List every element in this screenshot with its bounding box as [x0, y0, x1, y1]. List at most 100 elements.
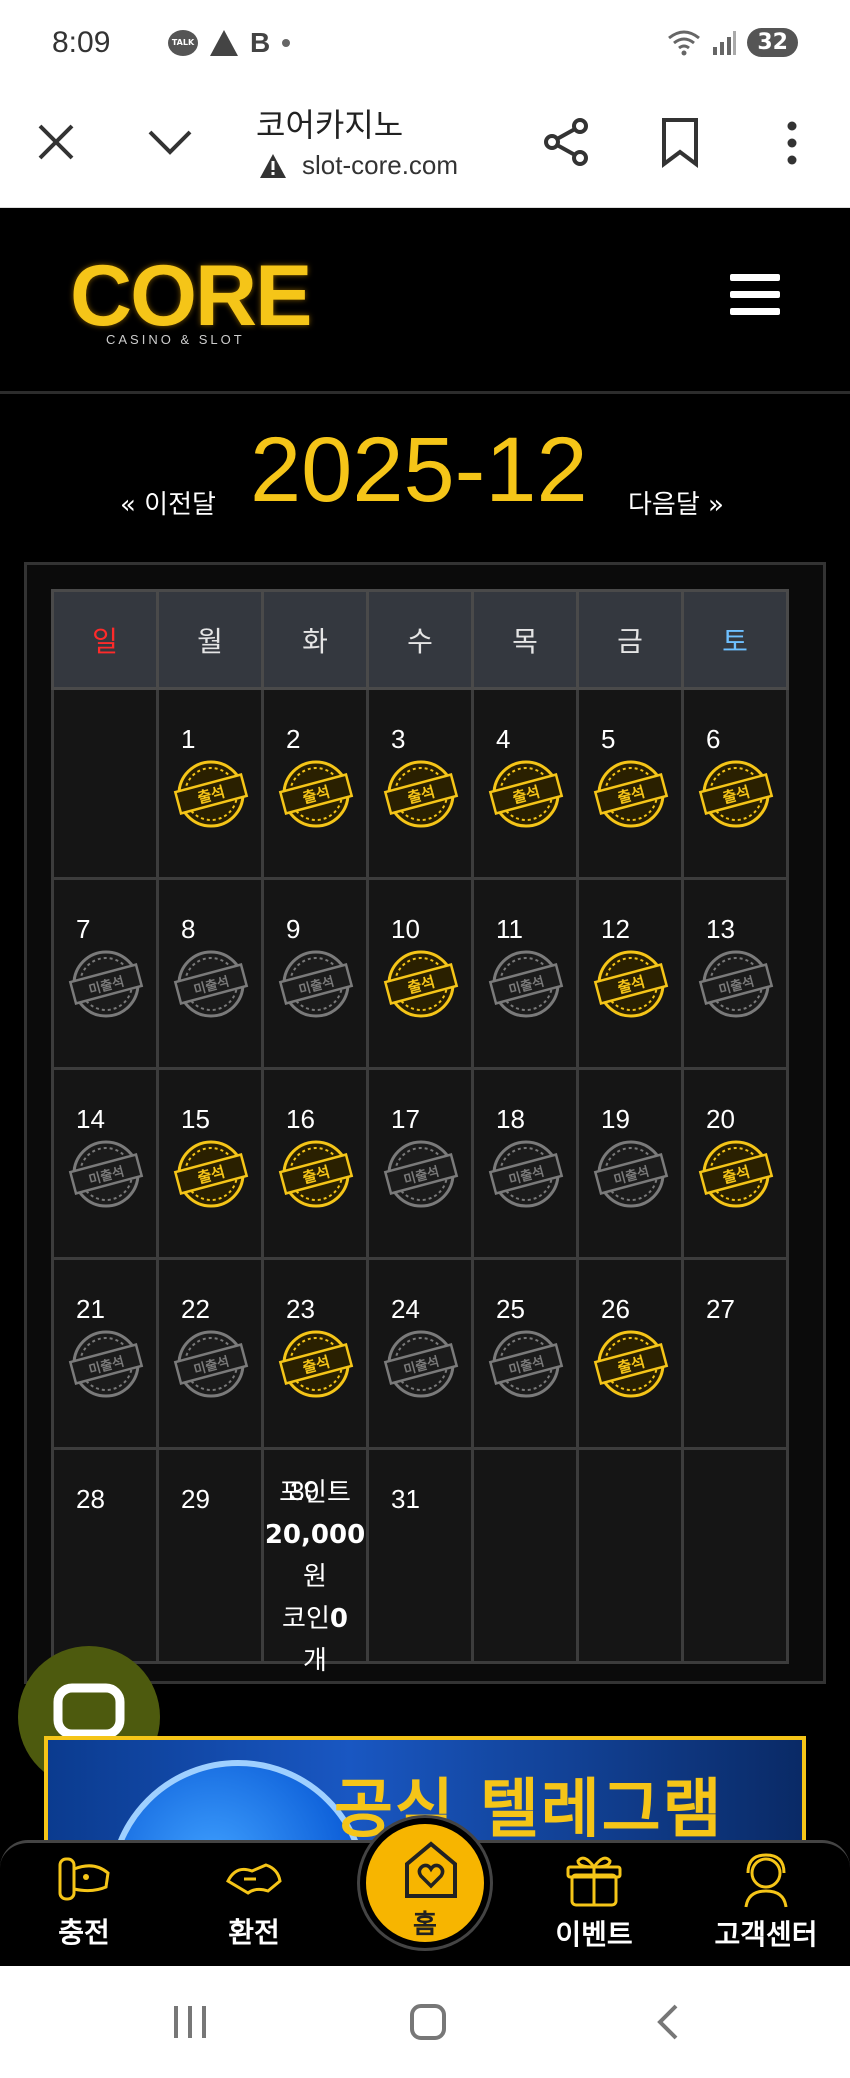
day-number: 13: [706, 914, 735, 944]
calendar-week-row: 1 출석 2 출석 3 출석 4 출석 5 출석 6 출석: [51, 687, 789, 880]
calendar-day-cell: 16 출석: [261, 1067, 369, 1260]
absent-stamp-icon: 미출석: [488, 1140, 564, 1208]
day-number: 1: [181, 724, 196, 754]
status-time: 8:09: [52, 26, 111, 59]
calendar-day-cell: 20 출석: [681, 1067, 789, 1260]
calendar-day-cell-empty: [51, 687, 159, 880]
points-summary: 포인트 20,000 원 코인0 개: [264, 1472, 366, 1682]
nav-event-label: 이벤트: [555, 1918, 633, 1951]
day-number: 9: [286, 914, 301, 944]
prev-month-link[interactable]: « 이전달: [120, 484, 216, 521]
calendar-day-cell: 7 미출석: [51, 877, 159, 1070]
calendar-day-cell: 4 출석: [471, 687, 579, 880]
next-month-link[interactable]: 다음달 »: [628, 484, 724, 521]
day-number: 2: [286, 724, 301, 754]
absent-stamp-icon: 미출석: [383, 1140, 459, 1208]
nav-home-label: 홈: [413, 1910, 437, 1940]
nav-exchange-label: 환전: [228, 1916, 280, 1949]
calendar-day-cell: 31: [366, 1447, 474, 1664]
chevron-down-icon[interactable]: [146, 124, 194, 160]
day-number: 6: [706, 724, 721, 754]
insecure-warning-icon: [260, 154, 286, 178]
calendar-week-row: 7 미출석 8 미출석 9 미출석 10 출석 11 미출석 12 출석 13 미출석: [51, 877, 789, 1070]
status-bar: 8:09 TALK B 32: [0, 0, 850, 90]
points-value: 20,000: [264, 1520, 366, 1550]
calendar-day-cell: 28: [51, 1447, 159, 1664]
absent-stamp-icon: 미출석: [593, 1140, 669, 1208]
attended-stamp-icon: 출석: [698, 760, 774, 828]
more-notifications-dot-icon: [282, 39, 291, 47]
day-number: 27: [706, 1294, 735, 1324]
coin-unit: 개: [303, 1646, 327, 1676]
calendar-day-cell: 27: [681, 1257, 789, 1450]
nav-support-label: 고객센터: [714, 1918, 818, 1951]
absent-stamp-icon: 미출석: [68, 950, 144, 1018]
share-icon[interactable]: [540, 116, 592, 168]
day-number: 29: [181, 1484, 210, 1514]
recents-icon[interactable]: [170, 2002, 210, 2042]
calendar-day-cell: 3 출석: [366, 687, 474, 880]
talk-notification-icon: TALK: [168, 30, 198, 56]
day-number: 20: [706, 1104, 735, 1134]
calendar-day-cell: 21 미출석: [51, 1257, 159, 1450]
signal-icon: [713, 30, 737, 55]
attended-stamp-icon: 출석: [488, 760, 564, 828]
attended-stamp-icon: 출석: [383, 760, 459, 828]
nav-home[interactable]: 홈: [360, 1818, 490, 1948]
calendar-day-cell: 10 출석: [366, 877, 474, 1070]
calendar-day-cell: 23 출석: [261, 1257, 369, 1450]
back-icon[interactable]: [652, 2002, 682, 2042]
weekday-thu: 목: [471, 589, 579, 690]
day-number: 26: [601, 1294, 630, 1324]
nav-charge-label: 충전: [58, 1916, 110, 1949]
url-text[interactable]: slot-core.com: [302, 150, 458, 181]
nav-support[interactable]: 고객센터: [696, 1851, 836, 1953]
absent-stamp-icon: 미출석: [698, 950, 774, 1018]
calendar-week-row: 21 미출석 22 미출석 23 출석 24 미출석 25 미출석 26 출석 27: [51, 1257, 789, 1450]
day-number: 5: [601, 724, 616, 754]
day-number: 10: [391, 914, 420, 944]
home-heart-icon: [405, 1841, 457, 1898]
charge-icon: [58, 1857, 110, 1901]
calendar-day-cell: 13 미출석: [681, 877, 789, 1070]
calendar-week-row: 28 29 30 포인트 20,000 원 코인0 개 31: [51, 1447, 789, 1676]
day-number: 28: [76, 1484, 105, 1514]
day-number: 4: [496, 724, 511, 754]
calendar-day-cell: 5 출석: [576, 687, 684, 880]
day-number: 31: [391, 1484, 420, 1514]
battery-indicator: 32: [747, 28, 798, 57]
b-notification-icon: B: [250, 27, 271, 58]
warning-notification-icon: [210, 30, 238, 56]
core-logo[interactable]: CORE CASINO & SLOT: [70, 253, 312, 347]
support-agent-icon: [744, 1853, 788, 1908]
weekday-sun: 일: [51, 589, 159, 690]
nav-exchange[interactable]: 환전: [184, 1851, 324, 1951]
attended-stamp-icon: 출석: [278, 1140, 354, 1208]
points-label: 포인트: [279, 1478, 351, 1508]
day-number: 11: [496, 914, 523, 944]
calendar-day-cell: 12 출석: [576, 877, 684, 1070]
bookmark-icon[interactable]: [660, 116, 700, 168]
day-number: 22: [181, 1294, 210, 1324]
attended-stamp-icon: 출석: [173, 760, 249, 828]
attended-stamp-icon: 출석: [593, 1330, 669, 1398]
calendar-day-cell: 8 미출석: [156, 877, 264, 1070]
calendar-day-cell: 6 출석: [681, 687, 789, 880]
hamburger-menu-icon[interactable]: [730, 274, 780, 316]
calendar-day-cell: 17 미출석: [366, 1067, 474, 1260]
absent-stamp-icon: 미출석: [488, 1330, 564, 1398]
nav-charge[interactable]: 충전: [14, 1851, 154, 1951]
nav-event[interactable]: 이벤트: [524, 1851, 664, 1953]
gift-icon: [566, 1856, 622, 1907]
weekday-mon: 월: [156, 589, 264, 690]
coin-label: 코인: [282, 1604, 330, 1634]
home-icon[interactable]: [408, 2002, 448, 2042]
calendar-week-row: 14 미출석 15 출석 16 출석 17 미출석 18 미출석 19 미출석 20 출석: [51, 1067, 789, 1260]
more-vert-icon[interactable]: [782, 118, 802, 168]
wifi-icon: [668, 30, 701, 55]
calendar-day-cell-empty: [471, 1447, 579, 1664]
calendar-day-cell: 18 미출석: [471, 1067, 579, 1260]
month-navigation: « 이전달 2025-12 다음달 »: [0, 396, 850, 556]
calendar-day-cell: 22 미출석: [156, 1257, 264, 1450]
close-icon[interactable]: [36, 122, 76, 162]
